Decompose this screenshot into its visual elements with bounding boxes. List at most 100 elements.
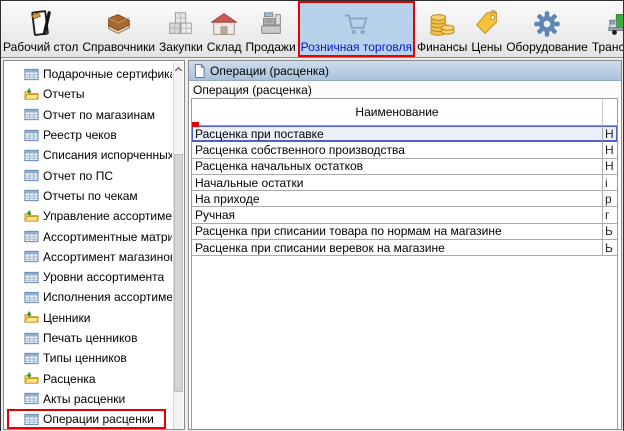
toolbar-item[interactable]: Финансы <box>415 1 469 57</box>
app-window: Рабочий стол Справочники Закупки Склад П… <box>0 0 624 431</box>
toolbar-item-label: Закупки <box>159 41 203 54</box>
sidebar-scrollbar[interactable] <box>173 62 183 429</box>
toolbar-item[interactable]: Справочники <box>80 1 157 57</box>
sidebar-item-label: Уровни ассортимента <box>43 270 164 284</box>
table-icon <box>24 249 39 264</box>
sidebar-item[interactable]: Ценники <box>4 308 172 328</box>
row-name: Ручная <box>192 208 602 222</box>
sidebar-item[interactable]: Ассортиментные матрицы <box>4 226 172 246</box>
scroll-up-button[interactable] <box>174 62 183 75</box>
sidebar-item-label: Ассортиментные матрицы <box>43 230 172 244</box>
cash-register-icon <box>256 9 286 39</box>
folder-icon <box>24 87 39 102</box>
sidebar-item[interactable]: Реестр чеков <box>4 125 172 145</box>
row-name: Расценка собственного производства <box>192 143 602 157</box>
content-area: Подарочные сертификаты Отчеты Отчет по м… <box>1 58 623 430</box>
sidebar-item-label: Списания испорченных ПС <box>43 148 172 162</box>
table-icon <box>24 290 39 305</box>
sidebar-item[interactable]: Печать ценников <box>4 328 172 348</box>
sidebar-item[interactable]: Акты расценки <box>4 389 172 409</box>
toolbar-item[interactable]: Цены <box>469 1 504 57</box>
folder-icon <box>24 209 39 224</box>
main-panel: Операции (расценка) Операция (расценка) … <box>188 60 622 430</box>
table-icon <box>24 128 39 143</box>
row-col2-fragment: Н <box>602 126 617 141</box>
table-row[interactable]: Начальные остатки і <box>192 175 617 191</box>
sidebar-item[interactable]: Отчеты по чекам <box>4 186 172 206</box>
row-col2-fragment: Ь <box>602 224 617 239</box>
toolbar-item-label: Транспорт <box>592 41 623 54</box>
sidebar-item-label: Отчеты <box>43 87 84 101</box>
sidebar-item[interactable]: Типы ценников <box>4 348 172 368</box>
sidebar-item-label: Реестр чеков <box>43 128 117 142</box>
main-toolbar: Рабочий стол Справочники Закупки Склад П… <box>1 1 623 58</box>
sidebar-item[interactable]: Отчеты <box>4 84 172 104</box>
row-col2-fragment: Н <box>602 159 617 174</box>
row-col2-fragment: р <box>602 191 617 206</box>
table-row[interactable]: Расценка начальных остатков Н <box>192 159 617 175</box>
sidebar-item-label: Ценники <box>43 311 90 325</box>
truck-icon <box>606 9 623 39</box>
sidebar-item[interactable]: Операции расценки <box>7 409 166 429</box>
row-col2-fragment: і <box>602 175 617 190</box>
row-name: Начальные остатки <box>192 176 602 190</box>
sidebar-item[interactable]: Уровни ассортимента <box>4 267 172 287</box>
sidebar-item[interactable]: Расценка <box>4 368 172 388</box>
toolbar-item[interactable]: Оборудование <box>504 1 590 57</box>
sidebar-item[interactable]: Исполнения ассортимента <box>4 287 172 307</box>
toolbar-item[interactable]: Склад <box>205 1 244 57</box>
table-row[interactable]: Расценка собственного производства Н <box>192 142 617 158</box>
table-icon <box>24 107 39 122</box>
book-icon <box>104 9 134 39</box>
table-row[interactable]: Ручная г <box>192 207 617 223</box>
row-name: Расценка при поставке <box>192 127 602 141</box>
toolbar-item[interactable]: Закупки <box>157 1 205 57</box>
sidebar-item[interactable]: Ассортимент магазинов <box>4 247 172 267</box>
toolbar-item-label: Справочники <box>82 41 155 54</box>
sidebar-item[interactable]: Подарочные сертификаты <box>4 64 172 84</box>
sidebar-item-label: Отчеты по чекам <box>43 189 138 203</box>
gear-icon <box>532 9 562 39</box>
table-row[interactable]: На приходе р <box>192 191 617 207</box>
sidebar-item[interactable]: Отчет по ПС <box>4 165 172 185</box>
sidebar-item-label: Акты расценки <box>43 392 125 406</box>
toolbar-item[interactable]: Транспорт <box>590 1 623 57</box>
toolbar-item[interactable]: Рабочий стол <box>1 1 80 57</box>
toolbar-item[interactable]: Розничная торговля <box>298 1 415 57</box>
desktop-icon <box>26 9 56 39</box>
panel-subtitle: Операция (расценка) <box>189 81 621 98</box>
toolbar-item-label: Финансы <box>417 41 467 54</box>
table-icon <box>24 67 39 82</box>
row-col2-fragment: Н <box>602 142 617 157</box>
table-row[interactable]: Расценка при списании товара по нормам н… <box>192 224 617 240</box>
table-row[interactable]: Расценка при списании веревок на магазин… <box>192 240 617 256</box>
table-header-row: Наименование <box>192 98 617 126</box>
sidebar-item-label: Операции расценки <box>43 412 154 426</box>
sidebar-item[interactable]: Управление ассортиментом <box>4 206 172 226</box>
table-icon <box>24 168 39 183</box>
boxes-icon <box>166 9 196 39</box>
toolbar-item-label: Цены <box>471 41 502 54</box>
toolbar-item[interactable]: Продажи <box>244 1 298 57</box>
toolbar-item-label: Рабочий стол <box>3 41 78 54</box>
sidebar-item-label: Типы ценников <box>43 351 127 365</box>
table-icon <box>24 351 39 366</box>
sidebar-item[interactable]: Отчет по магазинам <box>4 105 172 125</box>
sidebar-item-label: Печать ценников <box>43 331 137 345</box>
table-icon <box>24 148 39 163</box>
table-icon <box>24 188 39 203</box>
sidebar-item-label: Расценка <box>43 372 96 386</box>
scrollbar-thumb[interactable] <box>174 154 183 392</box>
sidebar-item-label: Отчет по магазинам <box>43 108 155 122</box>
sidebar-item-label: Ассортимент магазинов <box>43 250 172 264</box>
warehouse-icon <box>209 9 239 39</box>
sidebar-item-label: Подарочные сертификаты <box>43 67 172 81</box>
table-icon <box>24 391 39 406</box>
document-icon <box>194 64 205 78</box>
toolbar-item-label: Склад <box>207 41 242 54</box>
toolbar-item-label: Розничная торговля <box>301 41 412 54</box>
red-annotation-marker <box>192 122 199 127</box>
sidebar-item-label: Управление ассортиментом <box>43 209 172 223</box>
table-row[interactable]: Расценка при поставке Н <box>192 126 617 142</box>
sidebar-item[interactable]: Списания испорченных ПС <box>4 145 172 165</box>
